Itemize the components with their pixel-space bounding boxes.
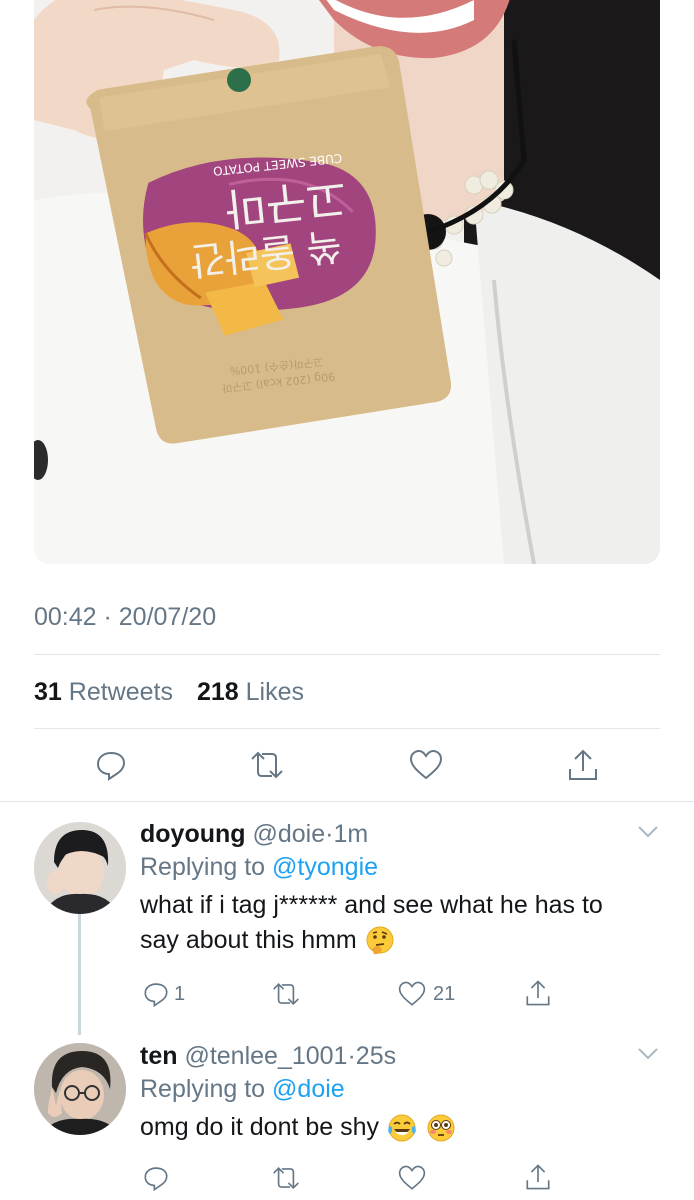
retweet-button[interactable] <box>270 1164 302 1192</box>
heart-icon <box>398 981 426 1006</box>
retweets-label: Retweets <box>68 678 173 706</box>
display-name[interactable]: doyoung <box>140 820 246 848</box>
tweet-timestamp: 00:42 · 20/07/20 <box>34 603 217 631</box>
retweet-icon <box>273 1166 299 1190</box>
share-button[interactable] <box>524 1162 552 1192</box>
reply-ten: ten @tenlee_1001·25s Replying to @doie o… <box>140 1040 660 1145</box>
tweet-stats: 31 Retweets 218 Likes <box>34 678 328 707</box>
user-handle[interactable]: @doie <box>252 820 325 848</box>
retweet-button[interactable] <box>270 980 302 1008</box>
retweet-icon <box>251 751 283 779</box>
divider <box>34 654 660 655</box>
dot-separator: · <box>347 1042 356 1070</box>
reply-button[interactable] <box>94 745 128 785</box>
reply-time: 25s <box>355 1042 397 1070</box>
share-icon <box>526 1164 550 1190</box>
avatar-image <box>34 1043 126 1135</box>
like-button[interactable] <box>408 745 444 785</box>
chevron-down-icon[interactable] <box>636 824 660 840</box>
reply-count: 1 <box>174 982 186 1005</box>
like-button[interactable]: 21 <box>397 980 455 1008</box>
display-name[interactable]: ten <box>140 1042 178 1070</box>
likes-stat[interactable]: 218 Likes <box>197 678 316 706</box>
thinking-face-icon <box>366 926 394 955</box>
avatar-image <box>34 822 126 914</box>
retweet-icon <box>273 982 299 1006</box>
retweets-count: 31 <box>34 678 62 706</box>
tweet-action-bar <box>34 745 660 789</box>
reply-time: 1m <box>333 820 369 848</box>
photo-illustration: 쏙 올라간 고구마 CUBE SWEET POTATO 90g (202 kca… <box>34 0 660 564</box>
tweet-photo[interactable]: 쏙 올라간 고구마 CUBE SWEET POTATO 90g (202 kca… <box>34 0 660 564</box>
retweets-stat[interactable]: 31 Retweets <box>34 678 185 706</box>
user-handle[interactable]: @tenlee_1001 <box>184 1042 347 1070</box>
likes-label: Likes <box>245 678 305 706</box>
heart-icon <box>409 749 443 780</box>
reply-header: doyoung @doie·1m <box>140 818 660 850</box>
like-count: 21 <box>433 982 456 1005</box>
reply-icon <box>96 751 126 781</box>
replying-mention[interactable]: @tyongie <box>272 853 378 881</box>
avatar-ten[interactable] <box>34 1043 126 1135</box>
flushed-face-icon <box>427 1114 455 1142</box>
reply-doyoung: doyoung @doie·1m Replying to @tyongie wh… <box>140 818 660 958</box>
reply-text: what if i tag j****** and see what he ha… <box>140 888 660 958</box>
share-icon <box>526 980 550 1006</box>
likes-count: 218 <box>196 678 239 706</box>
reply-header: ten @tenlee_1001·25s <box>140 1040 660 1072</box>
replying-to: Replying to @doie <box>140 1072 660 1106</box>
avatar-doyoung[interactable] <box>34 822 126 914</box>
reply-text-line2: say about this hmm <box>140 926 357 954</box>
reply-text-line1: what if i tag j****** and see what he ha… <box>140 891 603 919</box>
reply-text-line1: omg do it dont be shy <box>140 1113 380 1141</box>
divider <box>34 728 660 729</box>
reply-button[interactable] <box>142 1164 170 1192</box>
replying-to: Replying to @tyongie <box>140 850 660 884</box>
chevron-down-icon[interactable] <box>636 1046 660 1062</box>
share-button[interactable] <box>524 978 552 1008</box>
brand-logo <box>227 68 251 92</box>
share-button[interactable] <box>566 745 600 785</box>
reply-text: omg do it dont be shy <box>140 1110 660 1145</box>
reply-icon <box>144 983 168 1008</box>
share-icon <box>569 749 597 780</box>
replying-prefix: Replying to <box>140 853 266 881</box>
tears-of-joy-icon <box>388 1114 416 1142</box>
reply-icon <box>144 1167 168 1192</box>
divider <box>0 801 694 802</box>
replying-mention[interactable]: @doie <box>272 1075 345 1103</box>
replying-prefix: Replying to <box>140 1075 266 1103</box>
thread-connector <box>78 913 81 1035</box>
retweet-button[interactable] <box>248 745 286 785</box>
heart-icon <box>398 1165 426 1190</box>
reply-button[interactable]: 1 <box>142 980 185 1008</box>
like-button[interactable] <box>397 1164 427 1192</box>
